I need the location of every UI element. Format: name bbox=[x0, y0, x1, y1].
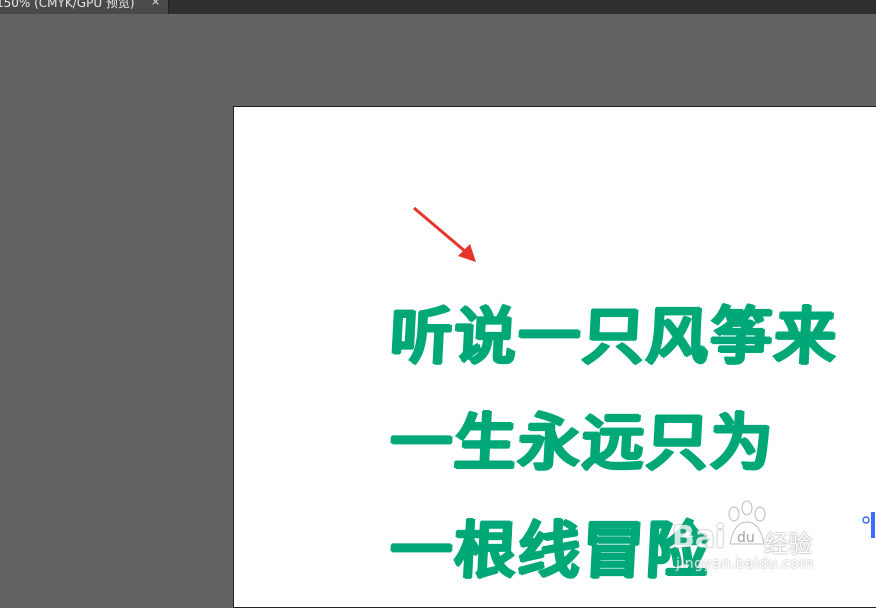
red-arrow-annotation bbox=[413, 206, 476, 262]
poem-line-1[interactable]: 听说一只风筝来 bbox=[388, 286, 841, 376]
watermark-brand: Bai bbox=[672, 520, 726, 555]
document-tab-title: 150% (CMYK/GPU 预览) bbox=[0, 0, 135, 10]
poem-line-2[interactable]: 一生永远只为 bbox=[388, 392, 777, 482]
watermark-url: jingyan.baidu.com bbox=[676, 556, 814, 572]
selection-anchor-icon[interactable] bbox=[861, 512, 876, 540]
document-tab-bar: 150% (CMYK/GPU 预览) × bbox=[0, 0, 876, 14]
watermark-paw-text: du bbox=[737, 530, 755, 546]
watermark-suffix: 经验 bbox=[764, 530, 812, 558]
baidu-jingyan-watermark: Bai du 经验 jingyan.baidu.com bbox=[672, 498, 832, 578]
document-tab[interactable]: 150% (CMYK/GPU 预览) × bbox=[0, 0, 169, 14]
close-icon[interactable]: × bbox=[151, 0, 160, 8]
poem-line-3[interactable]: 一根线冒险 bbox=[388, 500, 713, 590]
